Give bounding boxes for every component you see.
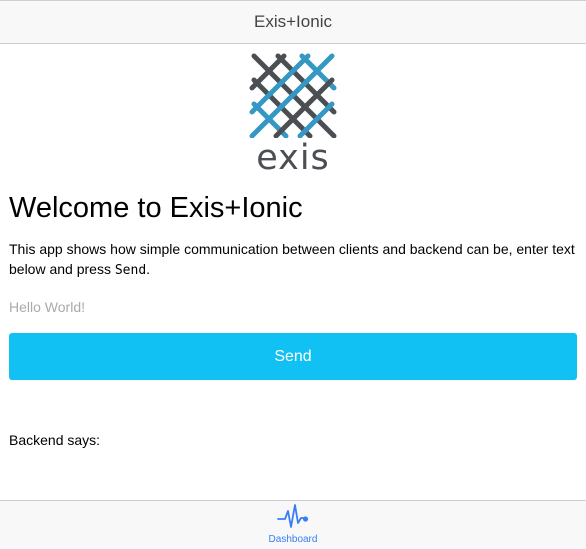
send-button[interactable]: Send (9, 333, 577, 380)
exis-logo: exis (248, 52, 338, 176)
tab-bar: Dashboard (0, 500, 586, 549)
intro-text: This app shows how simple communication … (9, 239, 579, 281)
logo-wordmark: exis (256, 138, 330, 178)
message-input[interactable] (9, 296, 569, 318)
intro-text-start: This app shows how simple communication … (9, 241, 575, 277)
pulse-icon (277, 504, 309, 528)
intro-text-end: . (146, 261, 151, 277)
main-content: exis Welcome to Exis+Ionic This app show… (0, 44, 586, 500)
exis-logo-mark (249, 53, 337, 139)
tab-dashboard[interactable]: Dashboard (253, 501, 333, 549)
header-title: Exis+Ionic (254, 12, 332, 31)
tab-dashboard-label: Dashboard (268, 534, 318, 545)
page-title: Welcome to Exis+Ionic (9, 192, 303, 224)
backend-response-label: Backend says: (9, 432, 101, 448)
header-bar: Exis+Ionic (0, 0, 586, 44)
intro-send-code: Send (114, 263, 147, 278)
